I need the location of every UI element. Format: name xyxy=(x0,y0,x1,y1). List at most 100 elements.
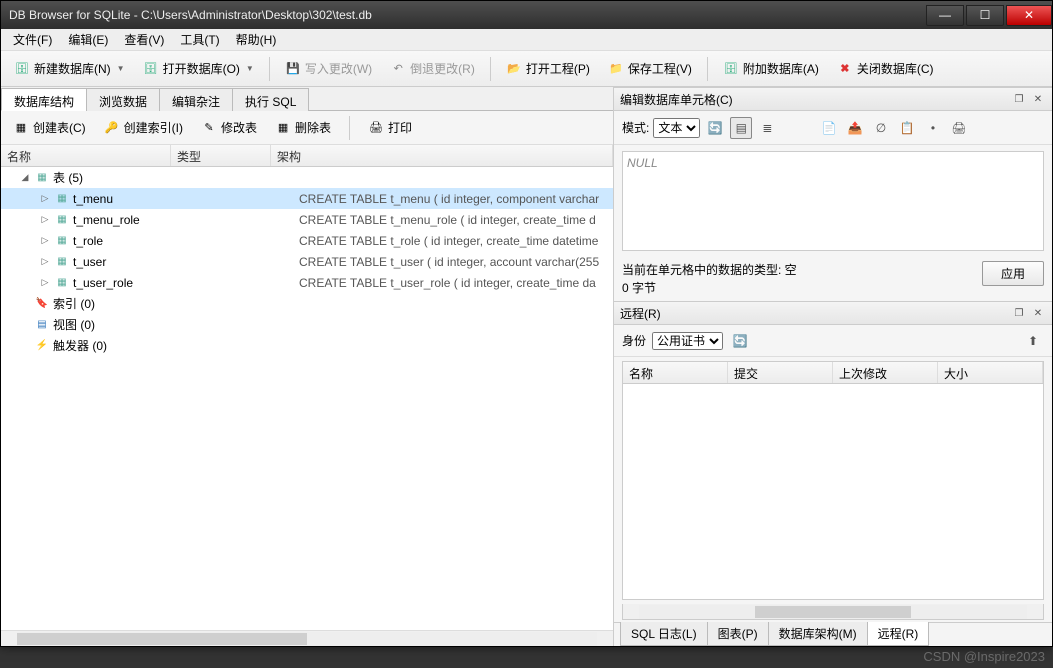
print-icon: 🖨 xyxy=(368,120,384,136)
write-changes-button[interactable]: 💾写入更改(W) xyxy=(278,56,379,81)
menu-view[interactable]: 查看(V) xyxy=(116,29,172,50)
close-panel-icon[interactable]: ✕ xyxy=(1030,92,1046,106)
expander-icon[interactable]: ▷ xyxy=(39,277,51,288)
menu-edit[interactable]: 编辑(E) xyxy=(60,29,116,50)
import-icon[interactable]: 📄 xyxy=(818,117,840,139)
remote-col-name[interactable]: 名称 xyxy=(623,362,728,383)
menu-file[interactable]: 文件(F) xyxy=(5,29,60,50)
cell-value-editor[interactable]: NULL xyxy=(622,151,1044,251)
table-icon: ▦ xyxy=(54,212,70,228)
tab-structure[interactable]: 数据库结构 xyxy=(1,88,87,111)
index-add-icon: 🔑 xyxy=(104,120,120,136)
cell-info: 当前在单元格中的数据的类型: 空 0 字节 应用 xyxy=(614,257,1052,301)
tree-table-row[interactable]: ▷▦t_user_roleCREATE TABLE t_user_role ( … xyxy=(1,272,613,293)
export-icon[interactable]: 📤 xyxy=(844,117,866,139)
toolbar-separator xyxy=(490,57,491,81)
tab-schema-btm[interactable]: 数据库架构(M) xyxy=(768,622,868,646)
auto-switch-icon[interactable]: 🔄 xyxy=(704,117,726,139)
col-name[interactable]: 名称 xyxy=(1,145,171,166)
remote-col-commit[interactable]: 提交 xyxy=(728,362,833,383)
apply-button[interactable]: 应用 xyxy=(982,261,1044,286)
tree-table-row[interactable]: ▷▦t_userCREATE TABLE t_user ( id integer… xyxy=(1,251,613,272)
print-cell-icon[interactable]: 🖨 xyxy=(948,117,970,139)
indent-icon[interactable]: ≣ xyxy=(756,117,778,139)
delete-table-button[interactable]: ▦删除表 xyxy=(271,117,335,138)
new-database-button[interactable]: 🗄新建数据库(N)▼ xyxy=(7,56,132,81)
table-icon: ▦ xyxy=(54,275,70,291)
tree-table-row[interactable]: ▷▦t_menu_roleCREATE TABLE t_menu_role ( … xyxy=(1,209,613,230)
close-database-button[interactable]: 关闭数据库(C) xyxy=(830,56,941,81)
cell-size-label: 0 字节 xyxy=(622,279,982,297)
cell-type-label: 当前在单元格中的数据的类型: 空 xyxy=(622,261,982,279)
watermark: CSDN @Inspire2023 xyxy=(923,649,1045,664)
expander-icon[interactable]: ▷ xyxy=(39,256,51,267)
tree-table-row[interactable]: ▷▦t_menuCREATE TABLE t_menu ( id integer… xyxy=(1,188,613,209)
tree-node-triggers[interactable]: ⚡触发器 (0) xyxy=(1,335,613,356)
cell-edit-toolbar: 模式: 文本 🔄 ▤ ≣ 📄 📤 ∅ 📋 • 🖨 xyxy=(614,111,1052,145)
index-icon: 🔖 xyxy=(34,296,50,312)
main-tabs: 数据库结构 浏览数据 编辑杂注 执行 SQL xyxy=(1,87,613,111)
modify-table-button[interactable]: ✎修改表 xyxy=(197,117,261,138)
open-project-button[interactable]: 📂打开工程(P) xyxy=(499,56,597,81)
col-schema[interactable]: 架构 xyxy=(271,145,613,166)
create-table-button[interactable]: ▦创建表(C) xyxy=(9,117,90,138)
structure-toolbar: ▦创建表(C) 🔑创建索引(I) ✎修改表 ▦删除表 🖨打印 xyxy=(1,111,613,145)
horizontal-scrollbar[interactable] xyxy=(1,630,613,646)
minimize-button[interactable]: — xyxy=(926,5,964,26)
dot-icon[interactable]: • xyxy=(922,117,944,139)
menu-tools[interactable]: 工具(T) xyxy=(172,29,227,50)
toolbar-separator xyxy=(707,57,708,81)
expander-icon[interactable]: ◢ xyxy=(19,172,31,183)
null-icon[interactable]: ∅ xyxy=(870,117,892,139)
table-icon: ▦ xyxy=(54,233,70,249)
tab-pragma[interactable]: 编辑杂注 xyxy=(159,88,233,111)
undock-icon[interactable]: ❐ xyxy=(1011,306,1027,320)
tab-browse[interactable]: 浏览数据 xyxy=(86,88,160,111)
expander-icon[interactable]: ▷ xyxy=(39,193,51,204)
undock-icon[interactable]: ❐ xyxy=(1011,92,1027,106)
bottom-tabs: SQL 日志(L) 图表(P) 数据库架构(M) 远程(R) xyxy=(614,622,1052,646)
open-database-button[interactable]: 🗄打开数据库(O)▼ xyxy=(136,56,261,81)
attach-icon: 🗄 xyxy=(723,61,739,77)
toolbar-separator xyxy=(269,57,270,81)
window-title: DB Browser for SQLite - C:\Users\Adminis… xyxy=(9,8,924,22)
expander-icon[interactable]: ▷ xyxy=(39,235,51,246)
tree-node-tables[interactable]: ◢▦表 (5) xyxy=(1,167,613,188)
chevron-down-icon: ▼ xyxy=(117,64,125,73)
close-window-button[interactable]: ✕ xyxy=(1006,5,1052,26)
tree-node-views[interactable]: ▤视图 (0) xyxy=(1,314,613,335)
menubar: 文件(F) 编辑(E) 查看(V) 工具(T) 帮助(H) xyxy=(1,29,1052,51)
mode-select[interactable]: 文本 xyxy=(653,118,700,138)
tree-node-indexes[interactable]: 🔖索引 (0) xyxy=(1,293,613,314)
tab-remote-btm[interactable]: 远程(R) xyxy=(867,622,930,646)
tab-sql[interactable]: 执行 SQL xyxy=(232,88,309,111)
main-toolbar: 🗄新建数据库(N)▼ 🗄打开数据库(O)▼ 💾写入更改(W) ↶倒退更改(R) … xyxy=(1,51,1052,87)
undo-icon: ↶ xyxy=(390,61,406,77)
close-panel-icon[interactable]: ✕ xyxy=(1030,306,1046,320)
tab-log[interactable]: SQL 日志(L) xyxy=(620,622,708,646)
attach-database-button[interactable]: 🗄附加数据库(A) xyxy=(716,56,826,81)
tab-plot[interactable]: 图表(P) xyxy=(707,622,769,646)
trigger-icon: ⚡ xyxy=(34,338,50,354)
tree-table-row[interactable]: ▷▦t_roleCREATE TABLE t_role ( id integer… xyxy=(1,230,613,251)
text-mode-icon[interactable]: ▤ xyxy=(730,117,752,139)
print-button[interactable]: 🖨打印 xyxy=(364,117,416,138)
remote-col-lastmod[interactable]: 上次修改 xyxy=(833,362,938,383)
identity-select[interactable]: 公用证书 xyxy=(652,332,723,350)
save-project-button[interactable]: 📁保存工程(V) xyxy=(601,56,699,81)
expander-icon[interactable]: ▷ xyxy=(39,214,51,225)
push-icon[interactable]: ⬆ xyxy=(1022,330,1044,352)
remote-list[interactable] xyxy=(622,383,1044,600)
maximize-button[interactable]: ☐ xyxy=(966,5,1004,26)
revert-changes-button[interactable]: ↶倒退更改(R) xyxy=(383,56,482,81)
create-index-button[interactable]: 🔑创建索引(I) xyxy=(100,117,187,138)
database-new-icon: 🗄 xyxy=(14,61,30,77)
insert-icon[interactable]: 📋 xyxy=(896,117,918,139)
remote-col-size[interactable]: 大小 xyxy=(938,362,1043,383)
schema-tree[interactable]: ◢▦表 (5) ▷▦t_menuCREATE TABLE t_menu ( id… xyxy=(1,167,613,630)
refresh-icon[interactable]: 🔄 xyxy=(729,330,751,352)
col-type[interactable]: 类型 xyxy=(171,145,271,166)
menu-help[interactable]: 帮助(H) xyxy=(228,29,285,50)
remote-scrollbar[interactable] xyxy=(622,604,1044,620)
table-group-icon: ▦ xyxy=(34,170,50,186)
